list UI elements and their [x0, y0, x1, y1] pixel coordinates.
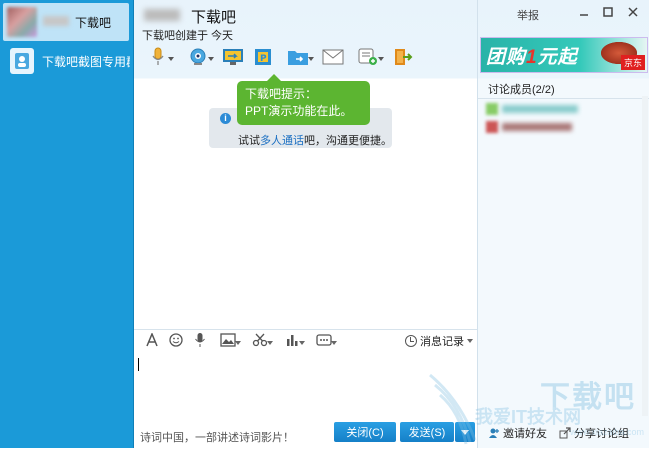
blurred-avatar-name [144, 9, 180, 21]
more-button[interactable] [308, 332, 340, 352]
send-options-button[interactable] [455, 422, 475, 442]
conversation-sidebar: 下载吧 下载吧截图专用群 [0, 0, 133, 448]
video-call-button[interactable] [178, 45, 218, 71]
group-avatar-icon [10, 48, 34, 74]
chat-toolbar: P [138, 44, 418, 72]
notice-suffix: 吧，沟通更便捷。 [304, 135, 392, 147]
microphone-icon [151, 47, 165, 70]
members-title: 讨论成员(2/2) [488, 84, 555, 96]
ppt-present-button[interactable]: P [248, 45, 278, 71]
scrollbar[interactable] [642, 96, 648, 416]
minimize-button[interactable] [578, 6, 590, 18]
voice-call-button[interactable] [138, 45, 178, 71]
ppt-present-icon: P [253, 47, 273, 70]
chevron-down-icon [467, 339, 473, 343]
notice-text: 试试多人通话吧，沟通更便捷。 [238, 132, 392, 148]
font-button[interactable] [140, 332, 164, 352]
font-icon [145, 332, 159, 350]
ppt-tooltip: 下载吧提示： PPT演示功能在此。 [237, 74, 370, 125]
exit-group-button[interactable] [388, 45, 418, 71]
more-icon [316, 333, 332, 350]
text-caret [138, 358, 139, 371]
file-send-button[interactable] [278, 45, 318, 71]
screenshot-icon [252, 333, 268, 350]
close-icon [627, 7, 639, 21]
poll-icon [285, 333, 299, 350]
footer-slogan[interactable]: 诗词中国，一部讲述诗词影片！ [140, 429, 294, 445]
ad-brand-logo: 京东 [620, 55, 645, 70]
clock-icon [405, 335, 417, 347]
sidebar-item-xiazaiba[interactable]: 下载吧 [3, 3, 129, 41]
chat-subtitle: 下载吧创建于 今天 [142, 30, 234, 42]
info-icon: i [220, 113, 231, 124]
blurred-name [43, 16, 69, 26]
avatar [7, 7, 37, 37]
close-button[interactable]: 关闭(C) [334, 422, 396, 442]
chat-title: 下载吧 [191, 9, 237, 26]
history-label: 消息记录 [420, 336, 464, 348]
report-button[interactable]: 举报 [517, 7, 539, 23]
screenshot-button[interactable] [244, 332, 276, 352]
message-input[interactable] [134, 353, 477, 419]
emoji-icon [169, 333, 183, 350]
divider [478, 98, 649, 99]
invite-friends-button[interactable]: 邀请好友 [488, 425, 547, 441]
sidebar-item-screenshot-group[interactable]: 下载吧截图专用群 [0, 42, 133, 80]
avatar [486, 121, 498, 133]
voice-message-button[interactable] [188, 332, 212, 352]
svg-text:P: P [260, 54, 267, 64]
mail-icon [322, 49, 344, 68]
blurred-member-name [502, 105, 578, 113]
message-history-button[interactable]: 消息记录 [405, 333, 473, 349]
ad-text-suffix: 元起 [537, 47, 578, 68]
right-footer: 邀请好友 分享讨论组 [488, 425, 641, 441]
exit-icon [393, 47, 413, 70]
chat-main: 下载吧 下载吧创建于 今天 P i 试试多人通话吧，沟通更便捷。 下载吧提示： … [134, 0, 477, 448]
tooltip-line1: 下载吧提示： [245, 87, 318, 101]
app-add-button[interactable] [348, 45, 388, 71]
invite-label: 邀请好友 [503, 428, 547, 440]
share-icon [559, 427, 571, 439]
folder-share-icon [287, 48, 309, 69]
voice-message-icon [194, 332, 206, 351]
screen-share-button[interactable] [218, 45, 248, 71]
right-pane: 举报 团购1元起 京东 讨论成员(2/2) 邀请好友 分享讨论组 [477, 0, 649, 448]
maximize-icon [602, 7, 614, 21]
add-user-icon [488, 427, 500, 439]
image-button[interactable] [212, 332, 244, 352]
mail-button[interactable] [318, 45, 348, 71]
poll-button[interactable] [276, 332, 308, 352]
maximize-button[interactable] [602, 6, 614, 18]
image-icon [220, 333, 236, 350]
blurred-member-name [502, 123, 572, 131]
sidebar-item-label: 下载吧 [75, 15, 112, 30]
ad-text-num: 1 [526, 47, 538, 68]
app-add-icon [358, 47, 378, 70]
minimize-icon [578, 7, 590, 21]
screen-share-icon [222, 48, 244, 69]
emoji-button[interactable] [164, 332, 188, 352]
send-button[interactable]: 发送(S) [400, 422, 454, 442]
sidebar-item-label: 下载吧截图专用群 [42, 54, 130, 69]
list-item[interactable] [486, 121, 586, 133]
avatar [486, 103, 498, 115]
list-item[interactable] [486, 103, 586, 115]
share-label: 分享讨论组 [574, 428, 629, 440]
notice-prefix: 试试 [238, 135, 260, 147]
tooltip-line2: PPT演示功能在此。 [245, 104, 353, 118]
ad-text: 团购1元起 [486, 42, 578, 69]
multi-call-link[interactable]: 多人通话 [260, 135, 304, 147]
ad-banner[interactable]: 团购1元起 京东 [480, 37, 648, 73]
close-window-button[interactable] [627, 6, 639, 18]
ad-text-prefix: 团购 [486, 47, 527, 68]
webcam-icon [188, 47, 208, 70]
share-group-button[interactable]: 分享讨论组 [559, 425, 629, 441]
